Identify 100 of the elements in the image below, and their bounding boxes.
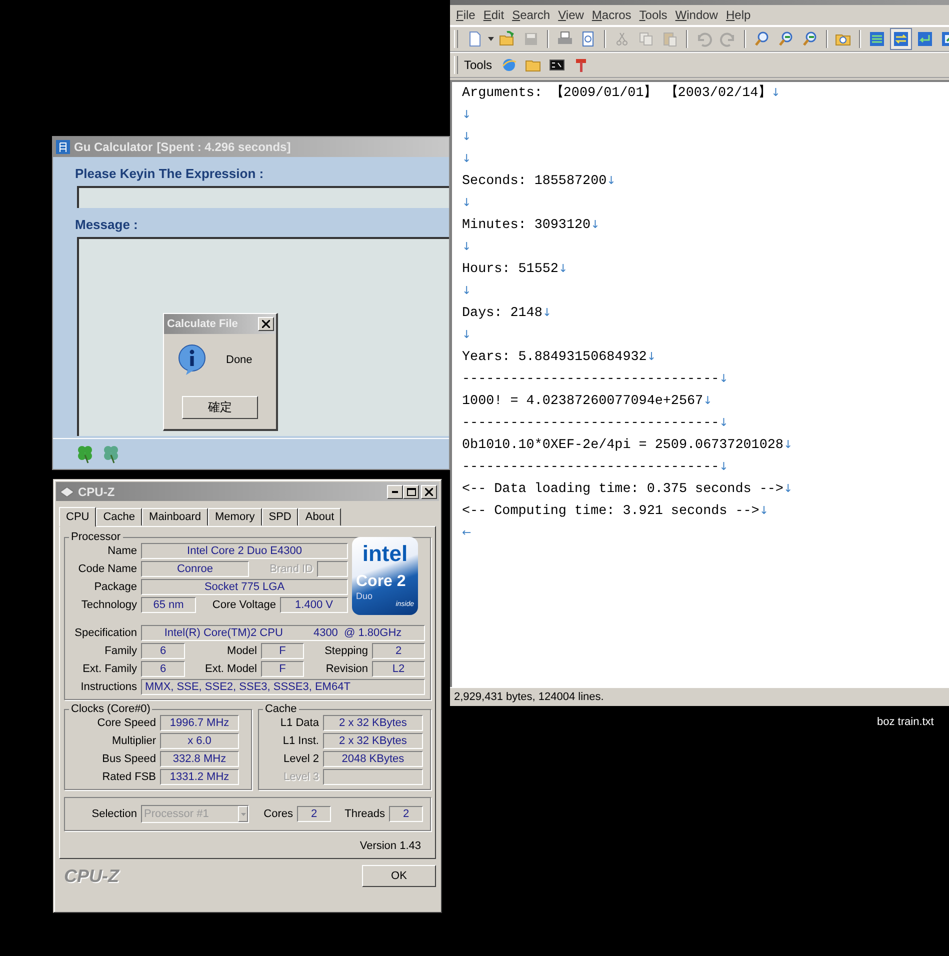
line-end-mark: ↓ (719, 416, 728, 429)
tab[interactable]: Cache (96, 508, 142, 526)
text-line: -------------------------------- (462, 372, 720, 387)
tab[interactable]: SPD (262, 508, 298, 526)
line-end-mark: ↓ (462, 152, 472, 165)
field-label: Specification (74, 627, 138, 639)
value-field: F (261, 661, 304, 677)
line-end-mark: ↓ (462, 284, 472, 297)
confirm-button[interactable]: 確定 (182, 396, 258, 419)
text-line: Seconds: 185587200 (462, 174, 607, 189)
print-preview-icon (580, 31, 596, 47)
globe-icon (501, 57, 518, 73)
value-field: 1331.2 MHz (160, 769, 239, 785)
line-end-mark: ↓ (558, 262, 568, 275)
window-subtitle: [Spent : 4.296 seconds] (156, 140, 291, 154)
logo-text: intel (361, 541, 409, 567)
close-button[interactable] (421, 484, 437, 498)
text-line: 0b1010.10*0XEF-2e/4pi = 2509.06737201028 (462, 438, 784, 453)
group-title: Clocks (Core#0) (70, 703, 152, 715)
field-label: Code Name (77, 563, 138, 575)
text-line: Minutes: 3093120 (462, 218, 591, 233)
field-label: L1 Inst. (282, 735, 320, 747)
line-end-mark: ↓ (719, 372, 728, 385)
menu-item[interactable]: Edit (481, 8, 510, 22)
text-line: 1000! = 4.02387260077094e+2567 (462, 394, 704, 409)
redo-icon (720, 31, 736, 47)
value-field: MMX, SSE, SSE2, SSE3, SSSE3, EM64T (141, 679, 425, 695)
value-field: F (261, 643, 304, 659)
maximize-icon (406, 488, 416, 496)
line-end-mark: ↓ (542, 306, 552, 319)
menu-item[interactable]: Window (673, 8, 724, 22)
value-field: 2048 KBytes (322, 751, 423, 767)
line-end-mark: ↓ (783, 438, 793, 451)
line-end-mark: ← (462, 526, 472, 539)
window-lines-icon (869, 31, 886, 47)
tab[interactable]: Memory (208, 508, 262, 526)
field-label: Name (106, 545, 138, 557)
value-field: 2 (297, 806, 331, 822)
close-icon (262, 320, 270, 328)
minimize-icon (392, 490, 398, 492)
menu-item[interactable]: File (454, 8, 482, 22)
find-previous-icon (802, 31, 818, 47)
info-icon (176, 344, 208, 376)
tab[interactable]: About (298, 508, 342, 526)
value-field (317, 561, 348, 577)
caret-icon (240, 812, 246, 816)
menu-item[interactable]: Tools (637, 8, 674, 22)
value-field: 2 (372, 643, 425, 659)
field-label: Selection (90, 808, 138, 820)
close-button[interactable] (258, 317, 274, 331)
menu-item[interactable]: Help (724, 8, 757, 22)
value-field: L2 (372, 661, 425, 677)
line-end-mark: ↓ (719, 460, 728, 473)
open-folder-icon (498, 31, 515, 47)
print-icon (556, 31, 573, 47)
search-icon (754, 31, 770, 47)
close-icon (425, 488, 433, 496)
field-label: Message : (75, 217, 139, 232)
caret-icon[interactable] (488, 37, 494, 41)
copy-icon (638, 31, 654, 47)
line-end-mark: ↓ (462, 108, 472, 121)
field-label: Level 2 (282, 753, 320, 765)
value-field: Socket 775 LGA (141, 579, 348, 595)
ok-button[interactable]: OK (362, 865, 436, 887)
value-field: 1996.7 MHz (160, 715, 239, 731)
menu-item[interactable]: Search (510, 8, 556, 22)
window-title: Gu Calculator (74, 140, 153, 154)
field-label: Stepping (324, 645, 369, 657)
value-field: 6 (141, 643, 185, 659)
field-label: L1 Data (279, 717, 320, 729)
window-return-icon (917, 31, 934, 47)
line-end-mark: ↓ (703, 394, 712, 407)
field-label: Threads (344, 808, 386, 820)
line-end-mark: ↓ (462, 130, 472, 143)
field-label: Cores (262, 808, 294, 820)
tab[interactable]: Mainboard (142, 508, 208, 526)
text-line: Hours: 51552 (462, 262, 558, 277)
desktop-icon-label[interactable]: boz train.txt (877, 716, 934, 728)
value-field: Conroe (141, 561, 249, 577)
tab[interactable]: CPU (59, 507, 96, 527)
toolbar-label: Tools (464, 58, 492, 72)
version-label: Version 1.43 (360, 840, 421, 852)
expression-input[interactable] (77, 186, 449, 208)
value-field: 2 (389, 806, 423, 822)
maximize-button[interactable] (403, 484, 419, 498)
logo-text: Core 2 (356, 573, 407, 591)
menu-item[interactable]: View (556, 8, 590, 22)
clover-icon (75, 444, 95, 464)
menu-item[interactable]: Macros (590, 8, 638, 22)
value-field: Intel Core 2 Duo E4300 (141, 543, 348, 559)
value-field: 2 x 32 KBytes (322, 733, 423, 749)
minimize-button[interactable] (387, 484, 403, 498)
status-bar: 2,929,431 bytes, 124004 lines. (450, 687, 949, 706)
text-line: Days: 2148 (462, 306, 542, 321)
field-label: Ext. Model (204, 663, 258, 675)
line-end-mark: ↓ (759, 504, 769, 517)
field-label: Family (104, 645, 138, 657)
undo-icon (696, 31, 712, 47)
field-label: Technology (80, 599, 138, 611)
field-label: Package (93, 581, 138, 593)
